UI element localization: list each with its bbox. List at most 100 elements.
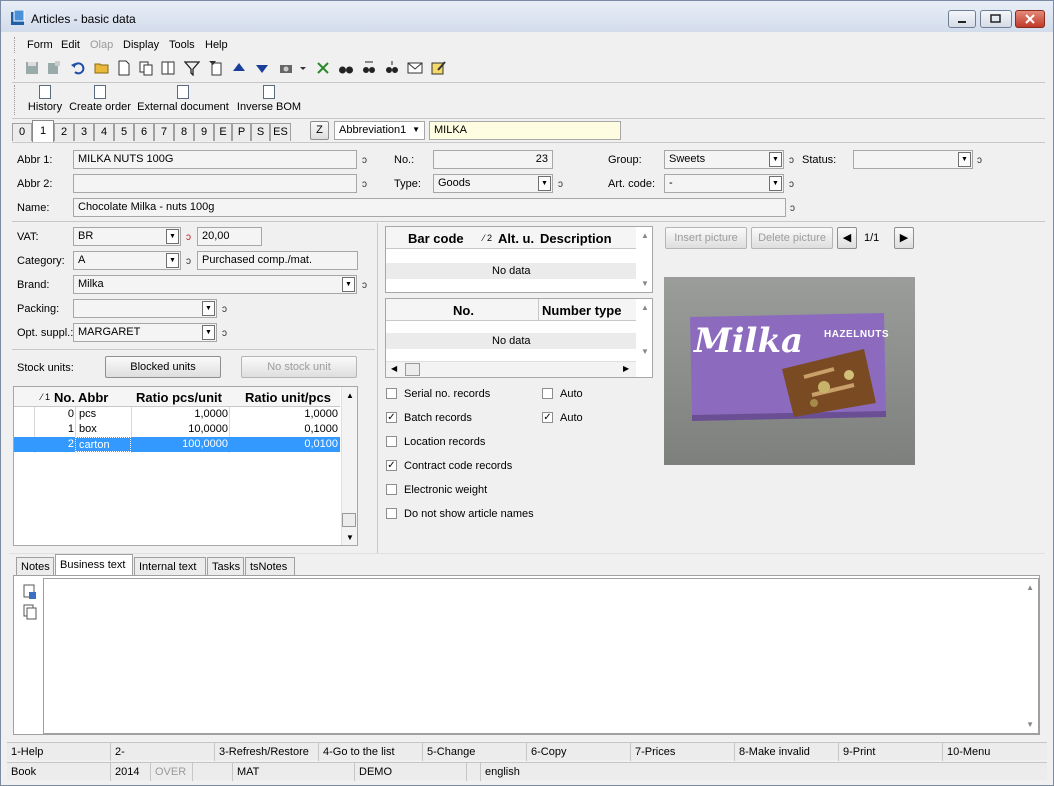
menu-form[interactable]: Form: [27, 39, 53, 51]
scroll-up-icon[interactable]: ▲: [1026, 583, 1034, 592]
name-field[interactable]: Chocolate Milka - nuts 100g: [73, 198, 786, 217]
maximize-button[interactable]: [980, 10, 1012, 28]
search-mode-select[interactable]: Abbreviation1 ▼: [334, 121, 425, 140]
scroll-right-icon[interactable]: ▶: [623, 364, 629, 373]
notes-edit-icon[interactable]: [430, 60, 446, 76]
save-as-icon[interactable]: [46, 60, 62, 76]
previous-picture-button[interactable]: ◀: [837, 227, 857, 249]
hide-article-names-checkbox[interactable]: [386, 508, 397, 519]
tab-tsnotes[interactable]: tsNotes: [245, 557, 295, 575]
scroll-down-icon[interactable]: ▼: [346, 533, 354, 542]
binoculars-icon[interactable]: [338, 60, 354, 76]
history-icon[interactable]: ↄ: [222, 329, 232, 339]
tab-e[interactable]: E: [214, 123, 232, 141]
col-description[interactable]: Description: [540, 231, 612, 246]
tab-5[interactable]: 5: [114, 123, 134, 141]
col-no[interactable]: No.: [54, 390, 75, 405]
contract-code-records-checkbox[interactable]: ✓: [386, 460, 397, 471]
insert-document-icon[interactable]: [23, 584, 37, 600]
external-document-button[interactable]: External document: [137, 85, 229, 113]
packing-select[interactable]: ▼: [73, 299, 217, 318]
col-abbr[interactable]: Abbr: [78, 390, 108, 405]
electronic-weight-checkbox[interactable]: [386, 484, 397, 495]
table-row[interactable]: 1 box 10,0000 0,1000: [14, 422, 340, 437]
filter-icon[interactable]: [184, 60, 200, 76]
menu-tools[interactable]: Tools: [169, 39, 195, 51]
find-next-icon[interactable]: [361, 60, 377, 76]
tab-notes[interactable]: Notes: [16, 557, 54, 575]
history-button[interactable]: History: [26, 85, 64, 113]
table-row-selected[interactable]: 2 carton 100,0000 0,0100: [14, 437, 340, 452]
scroll-thumb[interactable]: [405, 363, 420, 376]
category-select[interactable]: A ▼: [73, 251, 181, 270]
artcode-select[interactable]: - ▼: [664, 174, 784, 193]
undo-icon[interactable]: [70, 60, 86, 76]
f7-prices[interactable]: 7-Prices: [631, 743, 735, 761]
book-icon[interactable]: [160, 60, 176, 76]
status-select[interactable]: ▼: [853, 150, 973, 169]
f5-change[interactable]: 5-Change: [423, 743, 527, 761]
history-icon[interactable]: ↄ: [558, 180, 568, 190]
history-icon[interactable]: ↄ: [789, 180, 799, 190]
f2[interactable]: 2-: [111, 743, 215, 761]
history-icon[interactable]: ↄ: [789, 156, 799, 166]
no-stock-unit-button[interactable]: No stock unit: [241, 356, 357, 378]
col-alt-unit[interactable]: Alt. u.: [498, 231, 534, 246]
history-icon[interactable]: ↄ: [790, 204, 800, 214]
f6-copy[interactable]: 6-Copy: [527, 743, 631, 761]
close-button[interactable]: [1015, 10, 1045, 28]
inverse-bom-button[interactable]: Inverse BOM: [236, 85, 302, 113]
camera-dropdown-icon[interactable]: [298, 60, 308, 76]
batch-auto-checkbox[interactable]: ✓: [542, 412, 553, 423]
tab-business-text[interactable]: Business text: [55, 554, 133, 575]
history-icon[interactable]: ↄ: [362, 156, 372, 166]
refresh-green-icon[interactable]: [315, 60, 331, 76]
vat-select[interactable]: BR ▼: [73, 227, 181, 246]
brand-select[interactable]: Milka ▼: [73, 275, 357, 294]
history-icon[interactable]: ↄ: [977, 156, 987, 166]
tab-6[interactable]: 6: [134, 123, 154, 141]
type-select[interactable]: Goods ▼: [433, 174, 553, 193]
batch-records-checkbox[interactable]: ✓: [386, 412, 397, 423]
insert-picture-button[interactable]: Insert picture: [665, 227, 747, 249]
tab-7[interactable]: 7: [154, 123, 174, 141]
document-filter-icon[interactable]: [208, 60, 224, 76]
col-bar-code[interactable]: Bar code: [408, 231, 464, 246]
location-records-checkbox[interactable]: [386, 436, 397, 447]
tab-tasks[interactable]: Tasks: [207, 557, 244, 575]
blocked-units-button[interactable]: Blocked units: [105, 356, 221, 378]
f8-make-invalid[interactable]: 8-Make invalid: [735, 743, 839, 761]
next-picture-button[interactable]: ▶: [894, 227, 914, 249]
save-icon[interactable]: [24, 60, 40, 76]
scroll-down-icon[interactable]: ▼: [641, 279, 649, 288]
barcode-grid[interactable]: Bar code ⁄ 2 Alt. u. Description No data…: [385, 226, 653, 293]
history-icon[interactable]: ↄ: [362, 180, 372, 190]
tab-1[interactable]: 1: [32, 120, 54, 142]
z-button[interactable]: Z: [310, 121, 329, 140]
copy-icon[interactable]: [138, 60, 154, 76]
stock-units-grid[interactable]: ⁄ 1 No. Abbr Ratio pcs/unit Ratio unit/p…: [13, 386, 358, 546]
find-previous-icon[interactable]: [384, 60, 400, 76]
tab-es[interactable]: ES: [270, 123, 291, 141]
col-number-type[interactable]: Number type: [542, 303, 621, 318]
f4-go-to-list[interactable]: 4-Go to the list: [319, 743, 423, 761]
scroll-up-icon[interactable]: ▲: [641, 231, 649, 240]
table-row[interactable]: 0 pcs 1,0000 1,0000: [14, 407, 340, 422]
copy-document-icon[interactable]: [23, 604, 37, 620]
f1-help[interactable]: 1-Help: [7, 743, 111, 761]
arrow-up-icon[interactable]: [231, 60, 247, 76]
supplier-select[interactable]: MARGARET ▼: [73, 323, 217, 342]
tab-s[interactable]: S: [251, 123, 270, 141]
search-input[interactable]: MILKA: [429, 121, 621, 140]
scroll-down-icon[interactable]: ▼: [641, 347, 649, 356]
col-no[interactable]: No.: [453, 303, 474, 318]
menu-edit[interactable]: Edit: [61, 39, 80, 51]
tab-4[interactable]: 4: [94, 123, 114, 141]
col-ratio-unit-pcs[interactable]: Ratio unit/pcs: [245, 390, 331, 405]
scroll-down-icon[interactable]: ▼: [1026, 720, 1034, 729]
history-icon[interactable]: ↄ: [362, 281, 372, 291]
open-folder-icon[interactable]: [94, 60, 110, 76]
serial-records-checkbox[interactable]: [386, 388, 397, 399]
minimize-button[interactable]: [948, 10, 976, 28]
history-icon[interactable]: ↄ: [186, 233, 196, 243]
